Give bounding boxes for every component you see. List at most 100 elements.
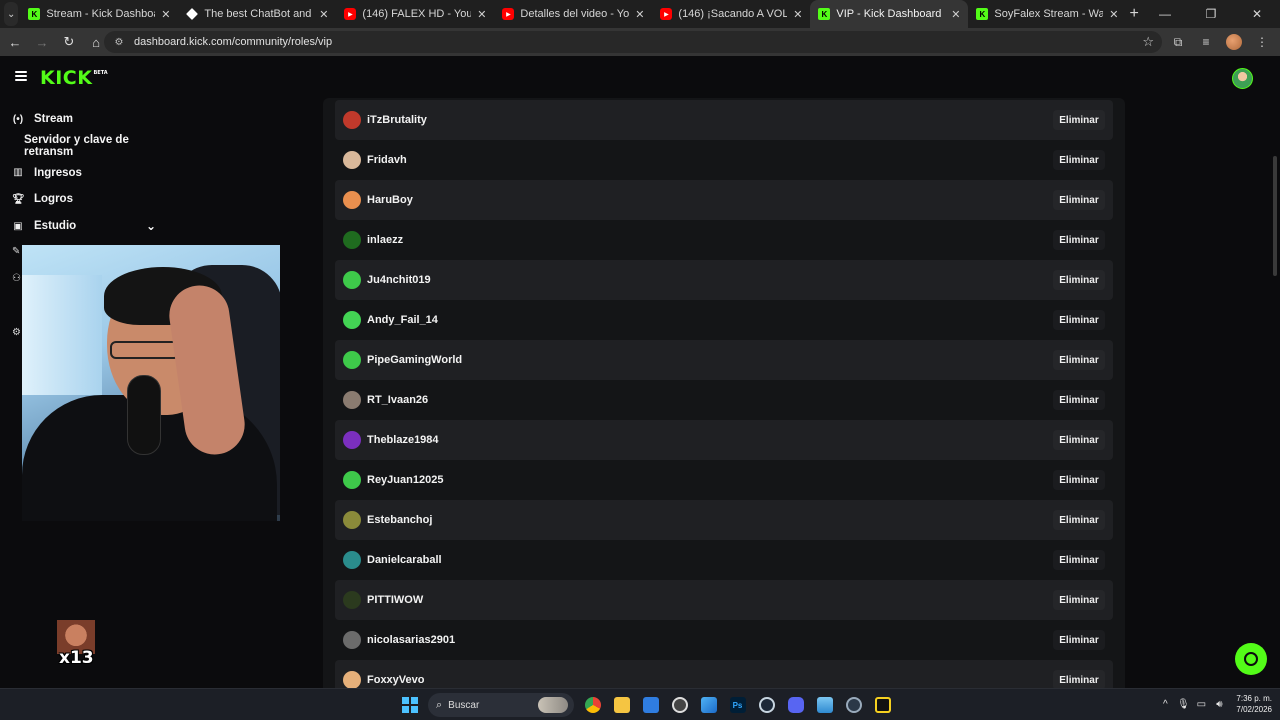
taskbar-search[interactable]: ⌕ Buscar	[428, 693, 574, 717]
gallery-icon[interactable]	[810, 693, 839, 717]
vip-username[interactable]: Andy_Fail_14	[367, 314, 438, 326]
vip-avatar[interactable]	[343, 471, 361, 489]
forward-icon[interactable]: →	[30, 30, 54, 54]
sidebar-item-stream[interactable]: (•) Stream	[0, 106, 175, 133]
chevron-up-icon[interactable]: ^	[1156, 699, 1174, 710]
close-tab-icon[interactable]: ✕	[477, 8, 486, 21]
network-icon[interactable]: ▭	[1192, 699, 1210, 710]
remove-vip-button[interactable]: Eliminar	[1053, 110, 1105, 130]
help-button[interactable]	[1235, 643, 1267, 675]
file-explorer-icon[interactable]	[607, 693, 636, 717]
store-icon[interactable]	[636, 693, 665, 717]
browser-tab[interactable]: K Stream - Kick Dashboard ✕	[20, 0, 178, 28]
close-tab-icon[interactable]: ✕	[951, 8, 960, 21]
steam-icon[interactable]	[752, 693, 781, 717]
clock[interactable]: 7:36 p. m. 7/02/2026	[1236, 693, 1272, 715]
sidebar-item-server-key[interactable]: Servidor y clave de retransm	[0, 133, 175, 160]
app-yellow-icon[interactable]	[868, 693, 897, 717]
media-controls-icon[interactable]: ≡	[1192, 30, 1220, 54]
extensions-icon[interactable]: ⧉	[1164, 30, 1192, 54]
obs-icon[interactable]	[665, 693, 694, 717]
profile-avatar[interactable]	[1220, 30, 1248, 54]
vip-username[interactable]: HaruBoy	[367, 194, 413, 206]
photoshop-icon[interactable]: Ps	[723, 693, 752, 717]
vip-avatar[interactable]	[343, 191, 361, 209]
remove-vip-button[interactable]: Eliminar	[1053, 390, 1105, 410]
chrome-icon[interactable]	[578, 693, 607, 717]
vip-username[interactable]: ReyJuan12025	[367, 474, 443, 486]
chevron-down-icon[interactable]: ⌄	[146, 219, 156, 233]
remove-vip-button[interactable]: Eliminar	[1053, 150, 1105, 170]
bookmark-star-icon[interactable]: ☆	[1142, 34, 1154, 50]
back-icon[interactable]: ←	[3, 30, 27, 54]
remove-vip-button[interactable]: Eliminar	[1053, 590, 1105, 610]
close-window-icon[interactable]: ✕	[1234, 0, 1280, 28]
browser-tab[interactable]: K SoyFalex Stream - Watch Live o ✕	[968, 0, 1126, 28]
remove-vip-button[interactable]: Eliminar	[1053, 550, 1105, 570]
vip-avatar[interactable]	[343, 631, 361, 649]
tab-search-icon[interactable]: ⌄	[4, 2, 19, 26]
browser-tab[interactable]: ▶ (146) ¡Sacando A VOLAR CAMI ✕	[652, 0, 810, 28]
vip-avatar[interactable]	[343, 151, 361, 169]
remove-vip-button[interactable]: Eliminar	[1053, 670, 1105, 690]
close-tab-icon[interactable]: ✕	[161, 8, 170, 21]
browser-tab[interactable]: ▶ Detalles del video - YouTube St ✕	[494, 0, 652, 28]
close-tab-icon[interactable]: ✕	[635, 8, 644, 21]
remove-vip-button[interactable]: Eliminar	[1053, 190, 1105, 210]
remove-vip-button[interactable]: Eliminar	[1053, 630, 1105, 650]
vip-avatar[interactable]	[343, 231, 361, 249]
vip-avatar[interactable]	[343, 391, 361, 409]
close-tab-icon[interactable]: ✕	[793, 8, 802, 21]
photos-icon[interactable]	[694, 693, 723, 717]
remove-vip-button[interactable]: Eliminar	[1053, 470, 1105, 490]
remove-vip-button[interactable]: Eliminar	[1053, 430, 1105, 450]
vip-avatar[interactable]	[343, 311, 361, 329]
site-info-icon[interactable]: ⚙	[112, 35, 126, 49]
restore-icon[interactable]: ❐	[1188, 0, 1234, 28]
browser-tab[interactable]: The best ChatBot and Widgets ✕	[178, 0, 336, 28]
remove-vip-button[interactable]: Eliminar	[1053, 230, 1105, 250]
user-avatar[interactable]	[1232, 68, 1253, 89]
browser-tab[interactable]: ▶ (146) FALEX HD - YouTube ✕	[336, 0, 494, 28]
browser-tab[interactable]: K VIP - Kick Dashboard ✕	[810, 0, 969, 28]
sidebar-item-ingresos[interactable]: ▥ Ingresos	[0, 159, 175, 186]
vip-username[interactable]: Danielcaraball	[367, 554, 442, 566]
vip-avatar[interactable]	[343, 431, 361, 449]
vip-username[interactable]: Fridavh	[367, 154, 407, 166]
vip-avatar[interactable]	[343, 671, 361, 689]
vip-username[interactable]: FoxxyVevo	[367, 674, 424, 686]
vip-avatar[interactable]	[343, 591, 361, 609]
vip-username[interactable]: Theblaze1984	[367, 434, 439, 446]
close-tab-icon[interactable]: ✕	[319, 8, 328, 21]
vip-username[interactable]: PITTIWOW	[367, 594, 423, 606]
remove-vip-button[interactable]: Eliminar	[1053, 270, 1105, 290]
address-bar[interactable]: ⚙ dashboard.kick.com/community/roles/vip…	[104, 31, 1162, 53]
close-tab-icon[interactable]: ✕	[1109, 8, 1118, 21]
vip-username[interactable]: RT_Ivaan26	[367, 394, 428, 406]
sidebar-item-logros[interactable]: 🏆︎ Logros	[0, 186, 175, 213]
vip-avatar[interactable]	[343, 511, 361, 529]
volume-icon[interactable]: 🔊︎	[1210, 699, 1228, 710]
browser-menu-icon[interactable]: ⋮	[1248, 30, 1276, 54]
vip-avatar[interactable]	[343, 111, 361, 129]
vip-username[interactable]: PipeGamingWorld	[367, 354, 462, 366]
vip-avatar[interactable]	[343, 271, 361, 289]
app-icon[interactable]	[839, 693, 868, 717]
kick-logo[interactable]: KICKBETA	[40, 67, 108, 89]
page-scrollbar[interactable]	[1273, 156, 1277, 276]
vip-username[interactable]: nicolasarias2901	[367, 634, 455, 646]
remove-vip-button[interactable]: Eliminar	[1053, 310, 1105, 330]
start-button[interactable]	[395, 693, 424, 717]
vip-username[interactable]: inlaezz	[367, 234, 403, 246]
minimize-icon[interactable]: —	[1142, 0, 1188, 28]
menu-icon[interactable]	[15, 71, 27, 81]
vip-username[interactable]: Estebanchoj	[367, 514, 432, 526]
sidebar-item-estudio[interactable]: ▣ Estudio ⌄	[0, 213, 175, 240]
new-tab-button[interactable]: +	[1126, 0, 1142, 28]
vip-avatar[interactable]	[343, 351, 361, 369]
vip-username[interactable]: iTzBrutality	[367, 114, 427, 126]
reload-icon[interactable]: ↻	[57, 30, 81, 54]
microphone-icon[interactable]: 🎙︎	[1174, 699, 1192, 710]
vip-avatar[interactable]	[343, 551, 361, 569]
remove-vip-button[interactable]: Eliminar	[1053, 510, 1105, 530]
